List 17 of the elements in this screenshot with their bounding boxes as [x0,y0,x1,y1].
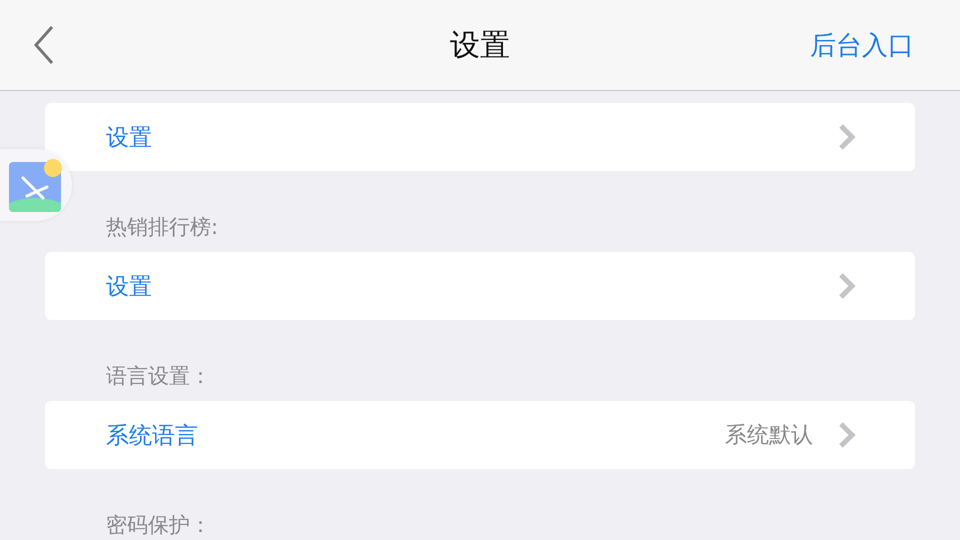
picture-icon [9,158,63,212]
chevron-icon [837,421,857,449]
settings-row[interactable]: 设置 [45,103,915,171]
settings-row[interactable]: 系统语言 系统默认 [45,401,915,469]
row-value: 系统默认 [725,422,813,450]
chevron-icon [837,272,857,300]
section-label: 热销排行榜: [106,215,218,239]
section-label: 语言设置： [106,364,211,388]
section-label: 密码保护： [106,513,211,537]
floating-button[interactable] [0,149,72,221]
row-title: 系统语言 [106,422,198,450]
settings-row[interactable]: 设置 [45,252,915,320]
admin-entry-link[interactable]: 后台入口 [810,28,914,62]
page-title: 设置 [450,28,510,62]
row-title: 设置 [106,272,152,302]
row-title: 设置 [106,124,152,152]
chevron-icon [837,123,857,151]
